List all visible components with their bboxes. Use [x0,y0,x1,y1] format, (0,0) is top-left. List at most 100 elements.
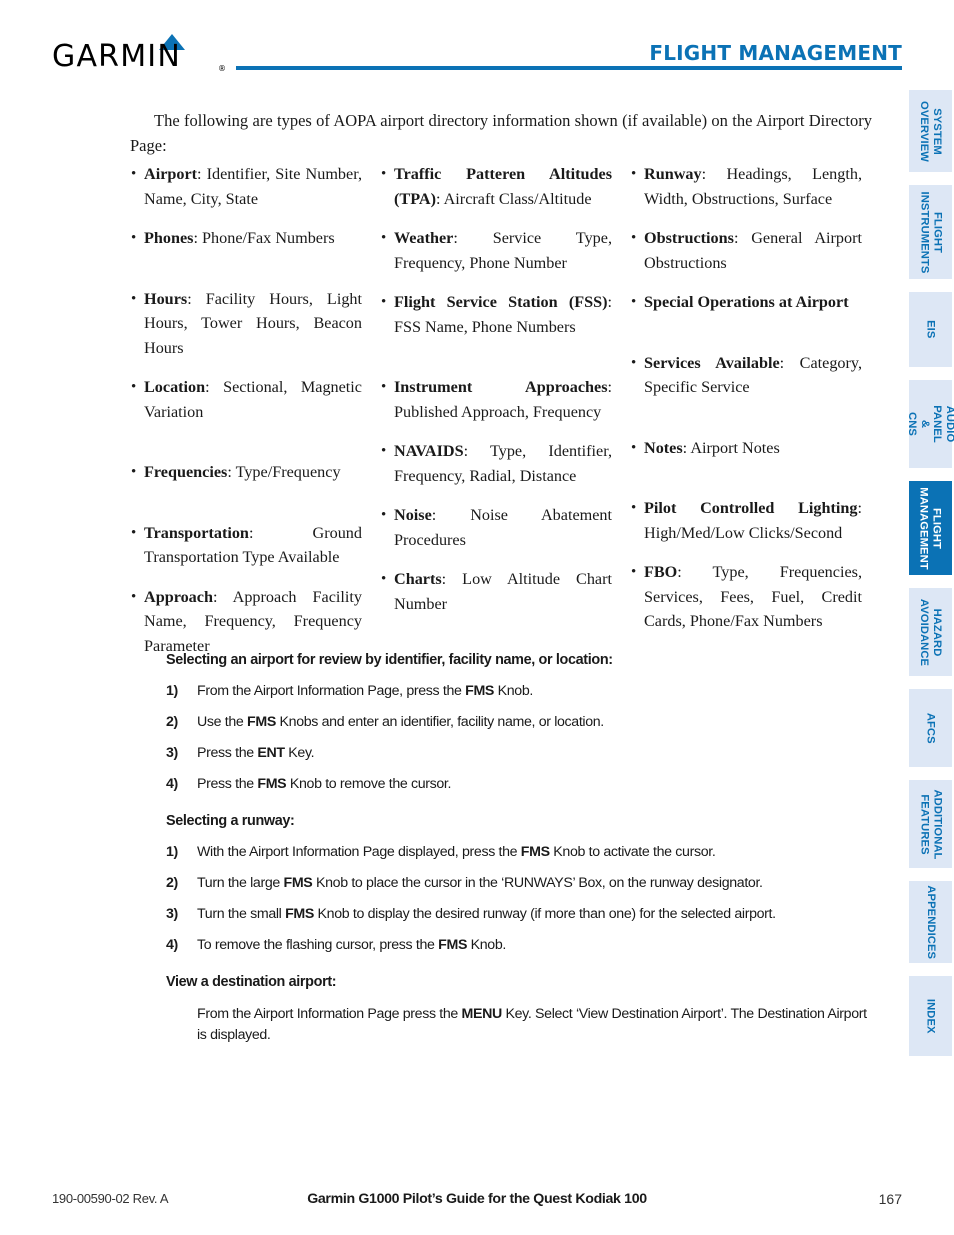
section-tab-index[interactable]: INDEX [909,976,952,1056]
info-bullet-item: Special Operations at Airport [630,290,862,315]
info-bullet-term: Noise [394,506,432,524]
procedure-group: Selecting a runway: 1) With the Airport In… [166,813,872,955]
info-bullet-term: Airport [144,165,198,183]
info-bullet-item: Pilot Controlled Lighting: High/Med/Low … [630,496,862,545]
procedure-step-text: With the Airport Information Page displa… [197,844,521,860]
procedure-step-number: 1) [166,844,178,860]
info-bullet-term: NAVAIDS [394,442,464,460]
procedure-key-name: FMS [283,875,313,891]
section-tab-eis[interactable]: EIS [909,292,952,367]
procedure-key-name: FMS [520,844,550,860]
info-bullet-item: Notes: Airport Notes [630,436,862,461]
bullet-column-3: Runway: Headings, Length, Width, Obstruc… [630,162,862,673]
procedure-step: 1) From the Airport Information Page, pre… [166,682,872,701]
info-bullet-description: Type/Frequency [231,463,341,481]
info-bullet-item: Noise: Noise Abatement Procedures [380,503,612,552]
info-bullet-item: Charts: Low Altitude Chart Number [380,567,612,616]
info-bullet-term: Phones [144,229,194,247]
section-tab-audio-panel-cns[interactable]: AUDIO PANEL & CNS [906,380,954,468]
procedure-step-text: To remove the flashing cursor, press the [197,937,439,953]
procedure-step: 4) To remove the flashing cursor, press t… [166,936,872,955]
info-bullet-item: Services Available: Category, Specific S… [630,351,862,400]
page-footer: 190-00590-02 Rev. A Garmin G1000 Pilot’s… [0,1191,954,1211]
info-bullet-term: Approach [144,587,213,606]
bullet-column-2: Traffic Patteren Altitudes (TPA): Aircra… [380,162,612,673]
procedure-step-number: 2) [166,714,178,730]
info-bullet-item: Traffic Patteren Altitudes (TPA): Aircra… [380,162,612,211]
section-tab-additional-features[interactable]: ADDITIONAL FEATURES [909,780,952,868]
info-bullet-term: FBO [644,563,678,581]
procedure-key-name: FMS [285,906,314,922]
procedure-group: Selecting an airport for review by ident… [166,652,872,794]
info-bullet-item: Airport: Identifier, Site Number, Name, … [130,162,362,211]
procedure-key-name: FMS [438,937,468,953]
info-bullet-term: Hours [144,289,188,308]
procedure-step-text-tail: Knobs and enter an identifier, facility … [275,714,605,730]
info-bullet-item: Frequencies: Type/Frequency [130,460,362,485]
registered-trademark-icon: ® [218,64,226,73]
section-tab-afcs[interactable]: AFCS [909,689,952,767]
procedure-paragraph: From the Airport Information Page press … [197,1004,872,1046]
section-tab-label: AUDIO PANEL & CNS [906,405,954,443]
info-bullet-item: FBO: Type, Frequencies, Services, Fees, … [630,560,862,634]
info-bullet-item: Flight Service Station (FSS): FSS Name, … [380,290,612,339]
section-tab-system-overview[interactable]: SYSTEM OVERVIEW [909,90,952,172]
procedure-step-text: Press the [197,745,258,761]
page-header: GARMIN ® FLIGHT MANAGEMENT [0,0,954,92]
procedure-step-text: Use the [197,714,248,730]
procedure-step-text-tail: Knob to display the desired runway (if m… [313,906,777,922]
procedures-section: Selecting an airport for review by ident… [166,652,872,1065]
section-tab-hazard-avoidance[interactable]: HAZARD AVOIDANCE [909,588,952,676]
section-tab-label: EIS [924,320,937,339]
section-tab-flight-instruments[interactable]: FLIGHT INSTRUMENTS [909,185,952,279]
procedure-group: View a destination airport: From the Airp… [166,974,872,1046]
info-bullet-item: Phones: Phone/Fax Numbers [130,226,362,251]
info-bullet-term: Flight Service Station (FSS) [394,293,608,311]
procedure-step-text-tail: Key. [284,745,315,761]
procedure-step-text-tail: Knob. [467,937,507,953]
info-bullet-term: Instrument Approaches [394,378,608,396]
info-bullet-term: Weather [394,229,454,247]
procedure-step: 4) Press the FMS Knob to remove the curso… [166,775,872,794]
procedure-step: 3) Press the ENT Key. [166,744,872,763]
procedure-heading: Selecting an airport for review by ident… [166,652,613,668]
procedure-step-text: From the Airport Information Page, press… [197,683,466,699]
procedure-step: 2) Turn the large FMS Knob to place the c… [166,874,872,893]
aopa-info-columns: Airport: Identifier, Site Number, Name, … [130,162,872,673]
procedure-step-text: Press the [197,776,258,792]
procedure-key-name: FMS [257,776,287,792]
info-bullet-item: Instrument Approaches: Published Approac… [380,375,612,424]
procedure-key-name: FMS [465,683,495,699]
info-bullet-term: Obstructions [644,229,734,247]
info-bullet-term: Transportation [144,523,249,542]
procedure-step-text-tail: Knob to remove the cursor. [286,776,452,792]
info-bullet-description: Airport Notes [687,438,780,457]
info-bullet-item: Hours: Facility Hours, Light Hours, Towe… [130,287,362,361]
section-tab-flight-management[interactable]: FLIGHT MANAGEMENT [909,481,952,575]
section-tab-label: INDEX [924,998,937,1034]
info-bullet-description: Phone/Fax Numbers [197,229,335,247]
procedure-step-number: 4) [166,776,178,792]
page-title: FLIGHT MANAGEMENT [641,41,902,65]
intro-paragraph: The following are types of AOPA airport … [130,111,872,155]
procedure-step-number: 3) [166,745,178,761]
procedure-step-number: 4) [166,937,178,953]
section-tab-label: FLIGHT INSTRUMENTS [918,191,944,273]
info-bullet-term: Charts [394,570,442,588]
procedure-step-text-tail: Knob. [494,683,534,699]
procedure-key-name: MENU [461,1006,503,1022]
section-tab-label: FLIGHT MANAGEMENT [918,486,944,570]
header-divider-rule [236,66,902,70]
info-bullet-term: Notes [644,438,683,457]
info-bullet-description: FSS Name, Phone Numbers [394,317,576,336]
section-tab-appendices[interactable]: APPENDICES [909,881,952,963]
info-bullet-term: Services Available [644,353,780,372]
procedure-paragraph-text: From the Airport Information Page press … [197,1006,462,1022]
procedure-step-number: 3) [166,906,178,922]
procedure-step-text-tail: Knob to activate the cursor. [549,844,716,860]
procedure-step: 1) With the Airport Information Page disp… [166,843,872,862]
procedure-step-text: Turn the small [197,906,286,922]
info-bullet-item: Transportation: Ground Transportation Ty… [130,521,362,570]
info-bullet-term: Frequencies [144,463,228,481]
garmin-wordmark: GARMIN [52,39,181,74]
